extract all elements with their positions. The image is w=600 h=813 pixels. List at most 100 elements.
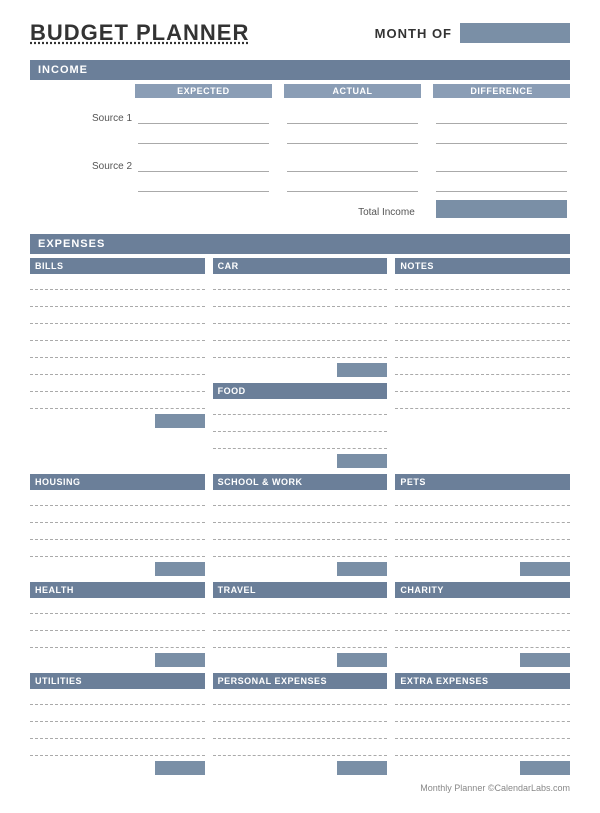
food-line[interactable] [213,435,336,449]
bills-amount[interactable] [155,395,205,409]
notes-line[interactable] [395,395,570,409]
car-line[interactable] [213,310,336,324]
food-line[interactable] [213,401,336,415]
extra-line[interactable] [395,708,518,722]
utilities-line[interactable] [30,691,153,705]
extra-line[interactable] [395,691,518,705]
bills-line[interactable] [30,361,153,375]
food-amount[interactable] [337,418,387,432]
school-line[interactable] [213,543,336,557]
bills-line[interactable] [30,378,153,392]
bills-line[interactable] [30,293,153,307]
bills-line[interactable] [30,310,153,324]
bills-amount[interactable] [155,378,205,392]
school-amount[interactable] [337,543,387,557]
housing-amount[interactable] [155,526,205,540]
source1-difference-field2[interactable] [436,128,567,144]
source1-difference-field[interactable] [436,108,567,124]
car-line[interactable] [213,276,336,290]
health-line[interactable] [30,600,153,614]
charity-line[interactable] [395,617,518,631]
extra-line[interactable] [395,742,518,756]
travel-line[interactable] [213,600,336,614]
extra-amount[interactable] [520,742,570,756]
personal-amount[interactable] [337,725,387,739]
bills-amount[interactable] [155,361,205,375]
extra-amount[interactable] [520,708,570,722]
bills-line[interactable] [30,276,153,290]
housing-line[interactable] [30,509,153,523]
pets-line[interactable] [395,492,518,506]
personal-line[interactable] [213,708,336,722]
pets-amount[interactable] [520,492,570,506]
source2-actual-field2[interactable] [287,176,418,192]
source1-actual-field2[interactable] [287,128,418,144]
bills-amount[interactable] [155,310,205,324]
health-amount[interactable] [155,634,205,648]
health-amount[interactable] [155,600,205,614]
bills-line[interactable] [30,327,153,341]
housing-amount[interactable] [155,543,205,557]
utilities-line[interactable] [30,708,153,722]
pets-amount[interactable] [520,543,570,557]
housing-line[interactable] [30,526,153,540]
charity-amount[interactable] [520,634,570,648]
pets-line[interactable] [395,526,518,540]
bills-amount[interactable] [155,327,205,341]
utilities-amount[interactable] [155,691,205,705]
food-line[interactable] [213,418,336,432]
school-amount[interactable] [337,509,387,523]
car-amount[interactable] [337,344,387,358]
bills-line[interactable] [30,395,153,409]
personal-line[interactable] [213,691,336,705]
school-line[interactable] [213,526,336,540]
personal-line[interactable] [213,742,336,756]
housing-line[interactable] [30,492,153,506]
utilities-amount[interactable] [155,742,205,756]
pets-amount[interactable] [520,526,570,540]
notes-line[interactable] [395,293,570,307]
source2-difference-field2[interactable] [436,176,567,192]
source2-difference-field[interactable] [436,156,567,172]
travel-amount[interactable] [337,617,387,631]
personal-amount[interactable] [337,742,387,756]
bills-line[interactable] [30,344,153,358]
health-line[interactable] [30,634,153,648]
utilities-amount[interactable] [155,708,205,722]
utilities-amount[interactable] [155,725,205,739]
food-amount[interactable] [337,435,387,449]
car-line[interactable] [213,344,336,358]
notes-line[interactable] [395,327,570,341]
notes-line[interactable] [395,361,570,375]
utilities-line[interactable] [30,742,153,756]
pets-line[interactable] [395,543,518,557]
notes-line[interactable] [395,310,570,324]
housing-line[interactable] [30,543,153,557]
travel-amount[interactable] [337,634,387,648]
charity-amount[interactable] [520,600,570,614]
bills-amount[interactable] [155,293,205,307]
school-amount[interactable] [337,526,387,540]
car-amount[interactable] [337,276,387,290]
personal-amount[interactable] [337,691,387,705]
utilities-line[interactable] [30,725,153,739]
charity-line[interactable] [395,634,518,648]
school-amount[interactable] [337,492,387,506]
source1-expected-field2[interactable] [138,128,269,144]
school-line[interactable] [213,492,336,506]
extra-amount[interactable] [520,725,570,739]
bills-amount[interactable] [155,344,205,358]
pets-amount[interactable] [520,509,570,523]
extra-amount[interactable] [520,691,570,705]
travel-line[interactable] [213,634,336,648]
pets-line[interactable] [395,509,518,523]
source1-actual-field[interactable] [287,108,418,124]
charity-line[interactable] [395,600,518,614]
extra-line[interactable] [395,725,518,739]
travel-amount[interactable] [337,600,387,614]
travel-line[interactable] [213,617,336,631]
notes-line[interactable] [395,276,570,290]
personal-line[interactable] [213,725,336,739]
health-amount[interactable] [155,617,205,631]
source2-expected-field[interactable] [138,156,269,172]
